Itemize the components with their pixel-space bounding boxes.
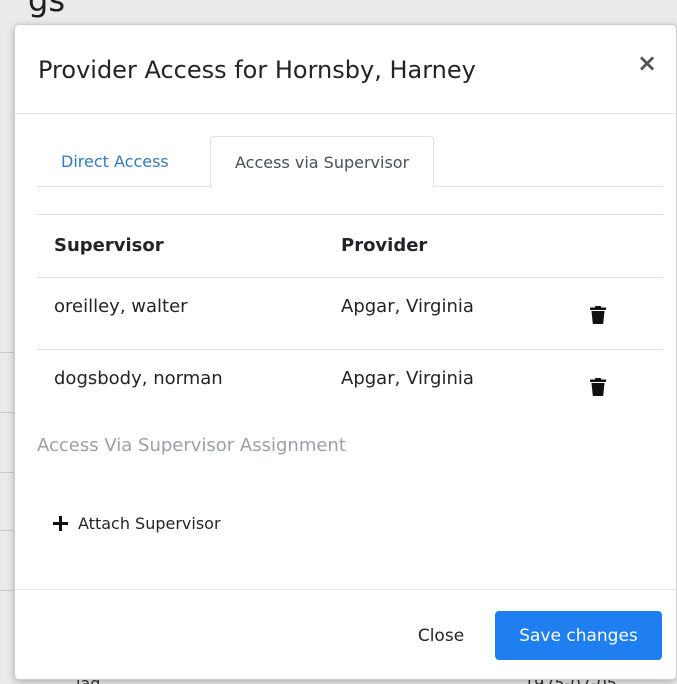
table-row: dogsbody, norman Apgar, Virginia xyxy=(37,349,663,421)
modal-header: Provider Access for Hornsby, Harney × xyxy=(15,25,677,114)
section-label: Access Via Supervisor Assignment xyxy=(37,435,346,456)
tab-access-via-supervisor[interactable]: Access via Supervisor xyxy=(210,136,435,188)
supervisor-table: Supervisor Provider oreilley, walter Apg… xyxy=(37,214,663,421)
close-button[interactable]: Close xyxy=(401,612,481,660)
column-header-provider: Provider xyxy=(341,235,428,256)
attach-supervisor-button[interactable]: Attach Supervisor xyxy=(53,509,221,537)
trash-icon[interactable] xyxy=(590,378,606,396)
provider-cell: Apgar, Virginia xyxy=(341,368,474,389)
modal-title: Provider Access for Hornsby, Harney xyxy=(38,56,476,84)
modal-footer: Close Save changes xyxy=(15,589,677,681)
supervisor-cell: oreilley, walter xyxy=(54,296,188,317)
trash-icon[interactable] xyxy=(590,306,606,324)
plus-icon xyxy=(53,515,68,531)
save-changes-button[interactable]: Save changes xyxy=(495,611,662,660)
provider-access-modal: Provider Access for Hornsby, Harney × Di… xyxy=(14,24,677,680)
tab-direct-access[interactable]: Direct Access xyxy=(37,136,193,187)
provider-cell: Apgar, Virginia xyxy=(341,296,474,317)
column-header-supervisor: Supervisor xyxy=(54,235,164,256)
attach-supervisor-label: Attach Supervisor xyxy=(78,513,221,533)
access-tabs: Direct Access Access via Supervisor xyxy=(37,136,663,188)
table-row: oreilley, walter Apgar, Virginia xyxy=(37,277,663,349)
close-icon[interactable]: × xyxy=(637,51,657,75)
table-header-row: Supervisor Provider xyxy=(37,214,663,277)
supervisor-cell: dogsbody, norman xyxy=(54,368,223,389)
